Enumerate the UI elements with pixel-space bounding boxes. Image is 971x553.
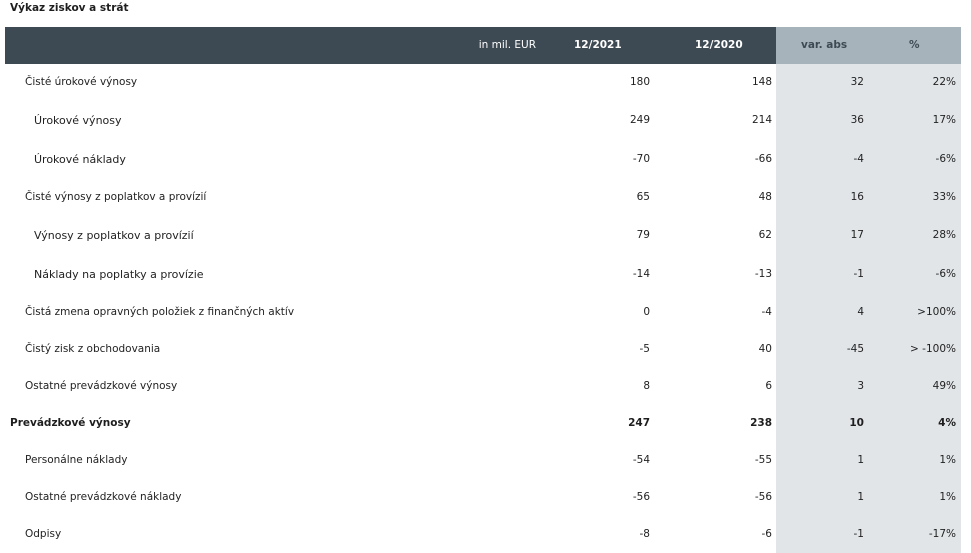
row-label: Úrokové výnosy	[34, 114, 122, 127]
value-var-abs: 16	[850, 191, 864, 203]
table-row: Čistý zisk z obchodovania -5 40 -45 > -1…	[0, 343, 971, 363]
value-percent: 1%	[939, 454, 956, 466]
value-2020: 238	[750, 417, 772, 429]
column-header-percent: %	[909, 39, 920, 51]
value-2020: 214	[751, 114, 772, 126]
value-percent: 33%	[932, 191, 956, 203]
value-2020: 62	[758, 229, 772, 241]
row-label: Ostatné prevádzkové výnosy	[25, 380, 178, 392]
row-label: Čisté výnosy z poplatkov a provízií	[25, 191, 207, 203]
value-percent: -6%	[935, 268, 956, 280]
value-2021: -14	[632, 268, 650, 280]
value-percent: 17%	[932, 114, 956, 126]
value-percent: 49%	[932, 380, 956, 392]
value-2021: -56	[632, 491, 650, 503]
row-label: Personálne náklady	[25, 454, 128, 466]
value-2020: 48	[758, 191, 772, 203]
value-var-abs: 4	[857, 306, 864, 318]
value-2020: -55	[754, 454, 772, 466]
value-2021: 249	[629, 114, 650, 126]
value-2020: 40	[758, 343, 772, 355]
value-percent: 28%	[932, 229, 956, 241]
row-label: Čistá zmena opravných položiek z finančn…	[25, 306, 295, 318]
table-row: Ostatné prevádzkové náklady -56 -56 1 1%	[0, 491, 971, 511]
value-2020: -66	[754, 153, 772, 165]
page-title: Výkaz ziskov a strát	[10, 2, 129, 14]
value-var-abs: 36	[850, 114, 864, 126]
table-row: Náklady na poplatky a provízie -14 -13 -…	[0, 268, 971, 288]
row-label: Čisté úrokové výnosy	[25, 76, 138, 88]
value-2020: -4	[761, 306, 772, 318]
value-2021: -70	[632, 153, 650, 165]
value-2021: 247	[628, 417, 650, 429]
column-header-2020: 12/2020	[695, 39, 743, 51]
table-row: Úrokové výnosy 249 214 36 17%	[0, 114, 971, 134]
value-2021: 8	[643, 380, 650, 392]
value-percent: >100%	[917, 306, 956, 318]
value-2020: 6	[765, 380, 772, 392]
table-row: Čisté úrokové výnosy 180 148 32 22%	[0, 76, 971, 96]
value-2020: 148	[751, 76, 772, 88]
value-2021: 79	[636, 229, 650, 241]
value-2021: -54	[632, 454, 650, 466]
value-percent: 1%	[939, 491, 956, 503]
value-percent: 4%	[938, 417, 956, 429]
row-label: Prevádzkové výnosy	[10, 417, 131, 429]
value-var-abs: -45	[846, 343, 864, 355]
value-var-abs: 1	[857, 491, 864, 503]
value-2021: 180	[629, 76, 650, 88]
row-label: Čistý zisk z obchodovania	[25, 343, 161, 355]
value-2020: -56	[754, 491, 772, 503]
value-var-abs: 17	[850, 229, 864, 241]
value-2021: 65	[636, 191, 650, 203]
column-header-2021: 12/2021	[574, 39, 622, 51]
value-2021: -8	[639, 528, 650, 540]
value-var-abs: 1	[857, 454, 864, 466]
value-2020: -6	[761, 528, 772, 540]
table-row: Čistá zmena opravných položiek z finančn…	[0, 306, 971, 326]
value-var-abs: 32	[850, 76, 864, 88]
value-2020: -13	[754, 268, 772, 280]
column-header-var-abs: var. abs	[801, 39, 848, 51]
row-label: Náklady na poplatky a provízie	[34, 268, 204, 281]
table-row: Úrokové náklady -70 -66 -4 -6%	[0, 153, 971, 173]
value-percent: 22%	[932, 76, 956, 88]
value-var-abs: 10	[849, 417, 864, 429]
value-var-abs: -1	[853, 528, 864, 540]
value-2021: 0	[643, 306, 650, 318]
value-2021: -5	[639, 343, 650, 355]
row-label: Odpisy	[25, 528, 62, 540]
value-var-abs: 3	[857, 380, 864, 392]
value-percent: > -100%	[910, 343, 956, 355]
table-row-total: Prevádzkové výnosy 247 238 10 4%	[0, 417, 971, 437]
table-row: Výnosy z poplatkov a provízií 79 62 17 2…	[0, 229, 971, 249]
table-row: Čisté výnosy z poplatkov a provízií 65 4…	[0, 191, 971, 211]
value-percent: -6%	[935, 153, 956, 165]
table-row: Personálne náklady -54 -55 1 1%	[0, 454, 971, 474]
row-label: Výnosy z poplatkov a provízií	[34, 229, 194, 242]
unit-label: in mil. EUR	[478, 39, 536, 51]
row-label: Úrokové náklady	[34, 153, 126, 166]
value-percent: -17%	[928, 528, 956, 540]
table-header: in mil. EUR 12/2021 12/2020 var. abs %	[5, 27, 961, 64]
table-row: Ostatné prevádzkové výnosy 8 6 3 49%	[0, 380, 971, 400]
value-var-abs: -4	[853, 153, 864, 165]
table-row: Odpisy -8 -6 -1 -17%	[0, 528, 971, 548]
row-label: Ostatné prevádzkové náklady	[25, 491, 182, 503]
value-var-abs: -1	[853, 268, 864, 280]
